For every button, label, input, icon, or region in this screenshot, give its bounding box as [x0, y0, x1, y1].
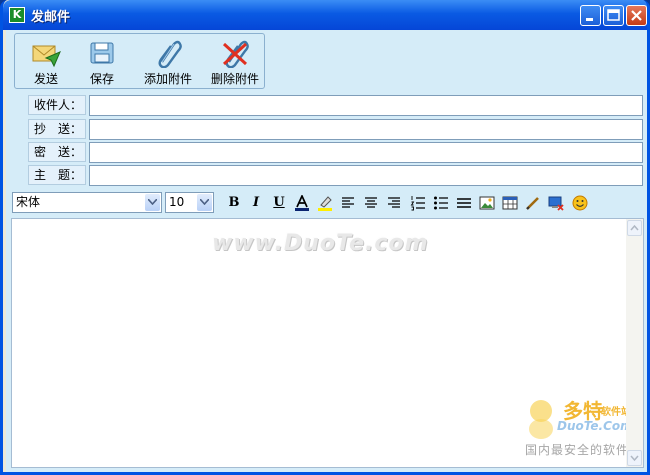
cc-label: 抄 送：: [28, 119, 86, 139]
remove-attachment-label: 删除附件: [210, 72, 259, 86]
bullet-list-icon: [434, 196, 448, 210]
main-toolbar: 发送 保存 添加附件 删除附件: [14, 33, 265, 89]
maximize-button[interactable]: [603, 5, 624, 26]
watermark-logo: 多特 软件站 DuoTe.Com 国内最安全的软件站: [517, 395, 642, 467]
compose-window: K 发邮件 发送 保存 添加附件 删除附件 收件人： 抄 送： 密 送： 主 题…: [0, 0, 650, 475]
watermark-logo-url: DuoTe.Com: [557, 419, 633, 433]
scroll-down-button[interactable]: [627, 450, 642, 466]
image-icon: [479, 196, 495, 210]
to-label: 收件人：: [28, 95, 86, 115]
remove-attachment-button[interactable]: 删除附件: [206, 36, 264, 88]
highlight-button[interactable]: [315, 193, 335, 213]
add-attachment-button[interactable]: 添加附件: [139, 36, 197, 88]
add-attachment-label: 添加附件: [143, 72, 192, 86]
paperclip-icon: [158, 40, 182, 68]
chevron-down-icon: [200, 199, 209, 205]
align-left-icon: [342, 197, 354, 208]
message-body-editor[interactable]: www.DuoTe.com 多特 软件站 DuoTe.Com 国内最安全的软件站: [11, 218, 644, 468]
insert-link-button[interactable]: [523, 193, 543, 213]
bcc-label: 密 送：: [28, 142, 86, 162]
save-icon: [90, 42, 114, 64]
font-family-select[interactable]: 宋体: [12, 192, 162, 213]
horizontal-rule-icon: [457, 198, 471, 208]
send-button[interactable]: 发送: [21, 36, 71, 88]
watermark-slogan: 国内最安全的软件站: [525, 443, 643, 457]
format-toolbar: 宋体 10 B I U: [6, 190, 647, 216]
window-title: 发邮件: [31, 10, 71, 25]
align-left-button[interactable]: [338, 193, 358, 213]
title-bar[interactable]: K 发邮件: [3, 0, 647, 30]
table-icon: [502, 196, 518, 210]
maximize-icon: [607, 9, 620, 21]
chevron-down-icon: [630, 455, 639, 462]
horizontal-rule-button[interactable]: [454, 193, 474, 213]
font-color-icon: [295, 195, 309, 211]
insert-image-button[interactable]: [477, 193, 497, 213]
mascot-icon: [529, 400, 553, 439]
bcc-field[interactable]: [89, 142, 643, 163]
monitor-icon: [548, 196, 564, 211]
align-center-icon: [365, 197, 377, 208]
remove-attachment-icon: [222, 40, 249, 68]
to-field[interactable]: [89, 95, 643, 116]
chevron-down-icon: [148, 199, 157, 205]
smiley-icon: [572, 195, 588, 211]
app-icon: K: [9, 7, 25, 23]
subject-field[interactable]: [89, 165, 643, 186]
chevron-up-icon: [630, 224, 639, 231]
align-right-icon: [388, 197, 400, 208]
highlight-icon: [318, 196, 332, 211]
italic-button[interactable]: I: [246, 193, 266, 213]
save-label: 保存: [89, 72, 114, 86]
close-icon: [631, 10, 642, 21]
font-family-dropdown-button[interactable]: [145, 194, 160, 211]
pen-icon: [526, 197, 539, 210]
send-icon: [32, 45, 61, 68]
bold-button[interactable]: B: [224, 193, 244, 213]
minimize-icon: [586, 18, 593, 21]
send-label: 发送: [33, 72, 58, 86]
font-size-dropdown-button[interactable]: [197, 194, 212, 211]
watermark-text: www.DuoTe.com: [212, 231, 429, 256]
scroll-up-button[interactable]: [627, 220, 642, 236]
align-right-button[interactable]: [384, 193, 404, 213]
underline-button[interactable]: U: [269, 193, 289, 213]
cc-field[interactable]: [89, 119, 643, 140]
emoticon-button[interactable]: [570, 193, 590, 213]
save-button[interactable]: 保存: [77, 36, 127, 88]
font-family-value: 宋体: [16, 195, 41, 209]
font-size-select[interactable]: 10: [165, 192, 214, 213]
window-client: 发送 保存 添加附件 删除附件 收件人： 抄 送： 密 送： 主 题： 宋体 1…: [6, 30, 647, 472]
insert-screenshot-button[interactable]: [546, 193, 566, 213]
numbered-list-button[interactable]: [408, 193, 428, 213]
font-size-value: 10: [169, 195, 185, 209]
subject-label: 主 题：: [28, 165, 86, 185]
close-button[interactable]: [626, 5, 647, 26]
minimize-button[interactable]: [580, 5, 601, 26]
font-color-button[interactable]: [292, 193, 312, 213]
bullet-list-button[interactable]: [431, 193, 451, 213]
numbered-list-icon: [410, 196, 425, 211]
align-center-button[interactable]: [361, 193, 381, 213]
insert-table-button[interactable]: [500, 193, 520, 213]
vertical-scrollbar[interactable]: [626, 219, 643, 467]
